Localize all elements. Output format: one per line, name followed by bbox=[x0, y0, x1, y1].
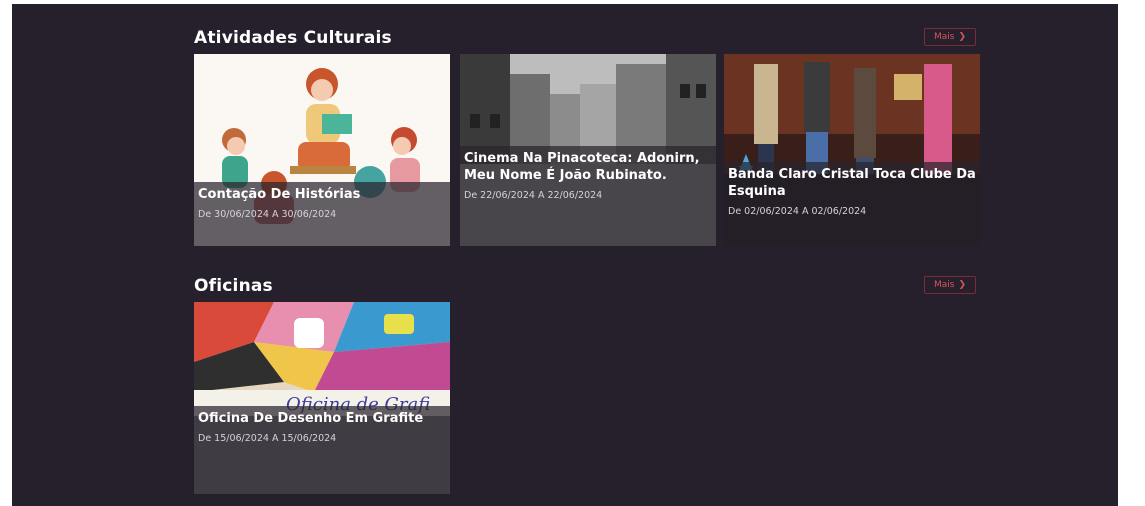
card-title: Contação De Histórias bbox=[198, 187, 361, 202]
chevron-right-icon: ❯ bbox=[958, 280, 967, 290]
card-dates: De 02/06/2024 A 02/06/2024 bbox=[728, 206, 867, 217]
card-dates: De 30/06/2024 A 30/06/2024 bbox=[198, 209, 337, 220]
card-dates: De 15/06/2024 A 15/06/2024 bbox=[198, 433, 337, 444]
event-card-oficina-grafite[interactable]: Oficina de Grafi Oficina De Desenho Em G… bbox=[194, 302, 450, 494]
card-caption: Cinema Na Pinacoteca: Adonirn, Meu Nome … bbox=[460, 146, 716, 246]
card-caption: Banda Claro Cristal Toca Clube Da Esquin… bbox=[724, 162, 980, 246]
event-card-cinema[interactable]: Cinema Na Pinacoteca: Adonirn, Meu Nome … bbox=[460, 54, 716, 246]
more-button-oficinas[interactable]: Mais ❯ bbox=[924, 276, 976, 294]
chevron-right-icon: ❯ bbox=[958, 32, 967, 42]
card-title: Banda Claro Cristal Toca Clube Da Esquin… bbox=[728, 167, 976, 199]
card-title: Oficina De Desenho Em Grafite bbox=[198, 411, 424, 426]
card-caption: Contação De Histórias De 30/06/2024 A 30… bbox=[194, 182, 450, 246]
more-button-label: Mais bbox=[933, 280, 955, 290]
content-panel: Atividades Culturais Mais ❯ Contação De … bbox=[12, 4, 1118, 506]
section-title-oficinas: Oficinas bbox=[194, 276, 273, 296]
card-caption: Oficina De Desenho Em Grafite De 15/06/2… bbox=[194, 406, 450, 494]
more-button-atividades-culturais[interactable]: Mais ❯ bbox=[924, 28, 976, 46]
event-card-contacao[interactable]: Contação De Histórias De 30/06/2024 A 30… bbox=[194, 54, 450, 246]
more-button-label: Mais bbox=[933, 32, 955, 42]
card-title: Cinema Na Pinacoteca: Adonirn, Meu Nome … bbox=[464, 151, 700, 183]
event-card-banda[interactable]: Banda Claro Cristal Toca Clube Da Esquin… bbox=[724, 54, 980, 246]
card-dates: De 22/06/2024 A 22/06/2024 bbox=[464, 190, 603, 201]
section-title-atividades-culturais: Atividades Culturais bbox=[194, 28, 392, 48]
